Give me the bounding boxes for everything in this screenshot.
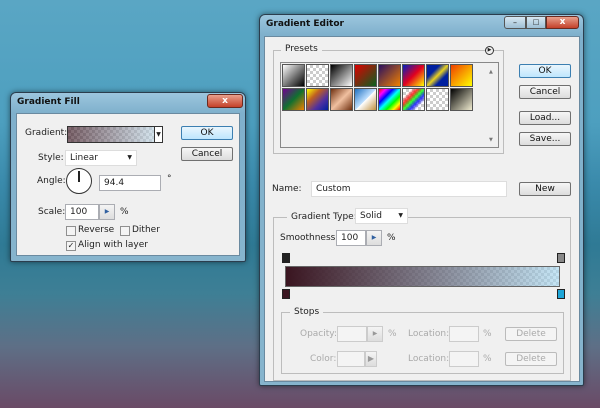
name-input[interactable]: Custom (311, 181, 507, 197)
smoothness-slider-button[interactable]: ▶ (366, 230, 382, 246)
preset-swatch[interactable] (354, 64, 377, 87)
color-location-label: Location: (408, 354, 450, 364)
preset-swatch[interactable] (330, 88, 353, 111)
scroll-up-icon[interactable]: ▲ (489, 69, 493, 75)
dialog-title: Gradient Editor (266, 19, 344, 29)
dither-checkbox[interactable] (120, 226, 130, 236)
scroll-down-icon[interactable]: ▼ (489, 137, 493, 143)
chevron-down-icon: ▼ (398, 212, 403, 219)
opacity-slider-button[interactable]: ▶ (367, 326, 383, 342)
percent-sign: % (388, 329, 397, 339)
angle-input[interactable]: 94.4 (99, 175, 161, 191)
scale-slider-button[interactable]: ▶ (99, 204, 115, 220)
smoothness-input[interactable]: 100 (336, 230, 366, 246)
preset-swatch[interactable] (330, 64, 353, 87)
maximize-button[interactable]: □ (526, 16, 546, 29)
preset-swatch[interactable] (378, 64, 401, 87)
preset-swatch[interactable] (426, 64, 449, 87)
dither-label: Dither (132, 225, 160, 235)
color-location-input[interactable] (449, 351, 479, 367)
color-stop-left[interactable] (282, 289, 290, 299)
preset-swatch[interactable] (282, 88, 305, 111)
preset-swatch[interactable] (402, 64, 425, 87)
reverse-label: Reverse (78, 225, 115, 235)
presets-grid: ▲ ▼ (280, 62, 499, 148)
opacity-input[interactable] (337, 326, 367, 342)
percent-sign: % (120, 207, 129, 217)
dialog-title: Gradient Fill (17, 97, 80, 107)
align-with-layer-checkbox[interactable]: ✓ (66, 241, 76, 251)
save-button[interactable]: Save... (519, 132, 571, 146)
opacity-stop-left[interactable] (282, 253, 290, 263)
color-menu-arrow-icon[interactable]: ▶ (365, 351, 377, 367)
style-value: Linear (70, 153, 98, 163)
close-button[interactable]: x (546, 16, 579, 29)
presets-menu-icon[interactable]: ▶ (485, 46, 494, 55)
preset-swatch[interactable] (378, 88, 401, 111)
cancel-button[interactable]: Cancel (181, 147, 233, 161)
scale-label: Scale: (38, 207, 66, 217)
gradient-label: Gradient: (25, 128, 68, 138)
chevron-down-icon[interactable]: ▼ (154, 127, 162, 142)
reverse-checkbox[interactable] (66, 226, 76, 236)
opacity-stop-right[interactable] (557, 253, 565, 263)
preset-swatch[interactable] (450, 64, 473, 87)
angle-dial[interactable] (66, 168, 92, 194)
dialog-body: Presets ▶ ▲ ▼ OK Cancel Load... Save... … (264, 36, 580, 382)
cancel-button[interactable]: Cancel (519, 85, 571, 99)
style-label: Style: (38, 153, 64, 163)
chevron-down-icon: ▼ (127, 154, 132, 161)
color-stop-right[interactable] (557, 289, 565, 299)
percent-sign: % (387, 233, 396, 243)
load-button[interactable]: Load... (519, 111, 571, 125)
align-with-layer-label: Align with layer (78, 240, 148, 250)
delete-opacity-stop-button[interactable]: Delete (505, 327, 557, 341)
preset-swatch[interactable] (282, 64, 305, 87)
stops-label: Stops (290, 307, 324, 317)
scale-input[interactable]: 100 (65, 204, 99, 220)
percent-sign: % (483, 354, 492, 364)
minimize-button[interactable]: – (504, 16, 526, 29)
gradient-type-label: Gradient Type: (287, 212, 361, 222)
new-button[interactable]: New (519, 182, 571, 196)
preset-swatch[interactable] (450, 88, 473, 111)
preset-swatch[interactable] (306, 64, 329, 87)
opacity-location-label: Location: (408, 329, 450, 339)
smoothness-label: Smoothness: (280, 233, 339, 243)
presets-label: Presets (281, 44, 322, 54)
opacity-label: Opacity: (300, 329, 337, 339)
percent-sign: % (483, 329, 492, 339)
color-label: Color: (310, 354, 337, 364)
preset-swatch[interactable] (426, 88, 449, 111)
gradient-fill-dialog: Gradient Fill x Gradient: ▼ OK Cancel St… (10, 92, 246, 262)
close-button[interactable]: x (207, 94, 243, 108)
dialog-body: Gradient: ▼ OK Cancel Style: Linear ▼ Ang… (16, 113, 240, 256)
preset-swatch[interactable] (354, 88, 377, 111)
gradient-type-select[interactable]: Solid ▼ (355, 208, 408, 224)
gradient-picker[interactable]: ▼ (67, 126, 163, 143)
ok-button[interactable]: OK (519, 64, 571, 78)
color-swatch[interactable] (337, 351, 365, 367)
angle-label: Angle: (37, 176, 66, 186)
gradient-type-value: Solid (360, 211, 382, 221)
style-select[interactable]: Linear ▼ (65, 150, 137, 166)
ok-button[interactable]: OK (181, 126, 233, 140)
gradient-editor-dialog: Gradient Editor – □ x Presets ▶ ▲ ▼ OK C… (259, 14, 584, 386)
opacity-location-input[interactable] (449, 326, 479, 342)
gradient-bar[interactable] (285, 266, 560, 287)
preset-swatch[interactable] (306, 88, 329, 111)
delete-color-stop-button[interactable]: Delete (505, 352, 557, 366)
name-label: Name: (272, 184, 302, 194)
degree-symbol: ° (167, 174, 172, 184)
preset-swatch[interactable] (402, 88, 425, 111)
